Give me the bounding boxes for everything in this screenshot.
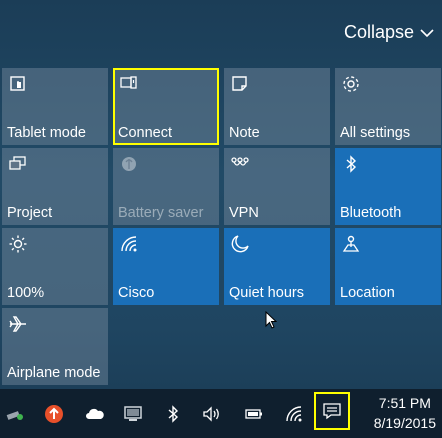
tile-label: Bluetooth xyxy=(340,205,402,221)
clock[interactable]: 7:51 PM 8/19/2015 xyxy=(374,393,436,433)
tile-connect[interactable]: Connect xyxy=(113,68,219,145)
brightness-icon xyxy=(8,234,28,254)
tile-label: 100% xyxy=(7,285,45,301)
wifi-tray-icon[interactable] xyxy=(283,403,305,425)
clock-date: 8/19/2015 xyxy=(373,415,436,431)
battery-icon[interactable] xyxy=(243,403,265,425)
tile-label: Project xyxy=(7,205,53,221)
network-usb-icon[interactable] xyxy=(4,403,26,425)
tile-label: Note xyxy=(229,125,260,141)
tile-label: Cisco xyxy=(118,285,155,301)
tile-brightness[interactable]: 100% xyxy=(2,228,108,305)
tile-label: Connect xyxy=(118,125,173,141)
airplane-icon xyxy=(8,314,28,334)
battery-saver-icon xyxy=(119,154,139,174)
monitor-icon[interactable] xyxy=(122,403,144,425)
wifi-icon xyxy=(119,234,139,254)
update-arrow-icon[interactable] xyxy=(43,403,65,425)
tile-vpn[interactable]: VPN xyxy=(224,148,330,225)
tile-label: Airplane mode xyxy=(7,365,101,381)
tile-airplane-mode[interactable]: Airplane mode xyxy=(2,308,108,385)
tile-note[interactable]: Note xyxy=(224,68,330,145)
tile-label: Location xyxy=(340,285,395,301)
bluetooth-tray-icon[interactable] xyxy=(162,403,184,425)
vpn-icon xyxy=(230,154,250,174)
tile-label: Quiet hours xyxy=(229,285,304,301)
moon-icon xyxy=(230,234,250,254)
project-icon xyxy=(8,154,28,174)
collapse-button[interactable]: Collapse xyxy=(344,22,434,43)
location-icon xyxy=(341,234,361,254)
chevron-down-icon xyxy=(420,28,434,37)
tile-label: VPN xyxy=(229,205,259,221)
note-icon xyxy=(230,74,250,94)
tile-battery-saver[interactable]: Battery saver xyxy=(113,148,219,225)
action-center-button[interactable] xyxy=(314,392,350,430)
onedrive-cloud-icon[interactable] xyxy=(84,403,106,425)
taskbar: 7:51 PM 8/19/2015 xyxy=(0,389,442,438)
tile-wifi-cisco[interactable]: Cisco xyxy=(113,228,219,305)
tile-project[interactable]: Project xyxy=(2,148,108,225)
bluetooth-icon xyxy=(341,154,361,174)
mouse-cursor-icon xyxy=(265,311,277,329)
tile-tablet-mode[interactable]: Tablet mode xyxy=(2,68,108,145)
tile-location[interactable]: Location xyxy=(335,228,441,305)
tile-label: Battery saver xyxy=(118,205,204,221)
tile-label: Tablet mode xyxy=(7,125,86,141)
collapse-label: Collapse xyxy=(343,22,414,42)
tile-label: All settings xyxy=(340,125,411,141)
tile-bluetooth[interactable]: Bluetooth xyxy=(335,148,441,225)
clock-time: 7:51 PM xyxy=(378,395,431,411)
tile-all-settings[interactable]: All settings xyxy=(335,68,441,145)
tablet-mode-icon xyxy=(8,74,28,94)
connect-icon xyxy=(119,74,139,94)
gear-icon xyxy=(341,74,361,94)
tile-quiet-hours[interactable]: Quiet hours xyxy=(224,228,330,305)
volume-icon[interactable] xyxy=(201,403,223,425)
action-center-icon xyxy=(323,403,341,420)
